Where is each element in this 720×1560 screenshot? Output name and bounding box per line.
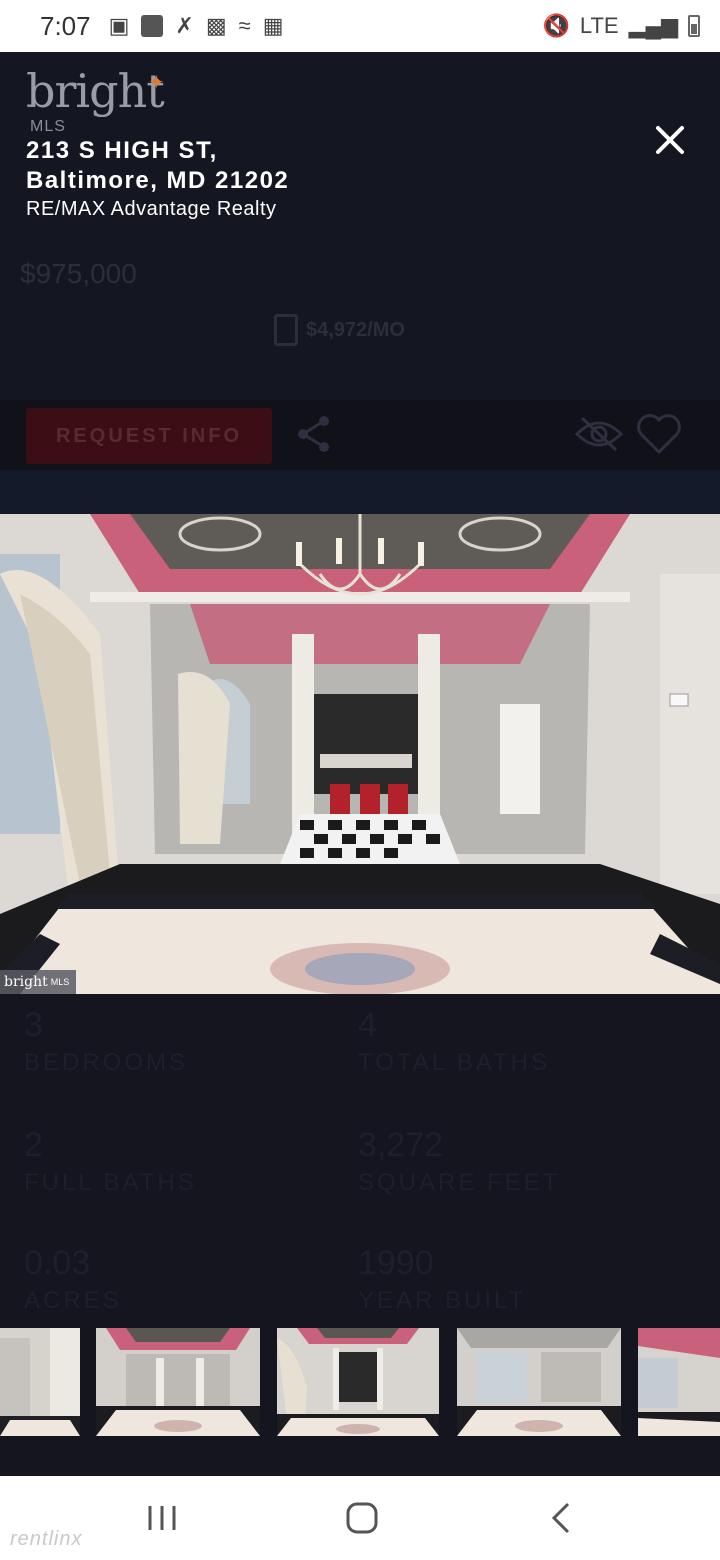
home-icon[interactable] [342,1498,382,1538]
listing-band [0,470,720,514]
android-nav-bar: rentlinx [0,1476,720,1560]
system-icons: 🔇 LTE ▂▄▆ [542,13,700,39]
calculator-icon [274,314,298,346]
image-icon: ▩ [205,13,227,38]
recent-apps-icon[interactable] [142,1498,182,1538]
close-icon[interactable] [650,120,690,160]
address-line-1: 213 S HIGH ST, [26,137,218,164]
network-type: LTE [579,13,619,38]
gallery-title: 213 S HIGH ST, Baltimore, MD 21202 RE/MA… [26,136,289,221]
listing-header: bright ✦ MLS $975,000 $4,972/MO REQUEST … [0,52,720,470]
notification-icons: ▣ ✗ ▩ ≈ ▦ [109,13,284,39]
status-time: 7:07 [40,10,91,41]
message-icon: ▣ [108,13,130,38]
thumbnail-5[interactable] [638,1328,720,1436]
monthly-payment-value: $4,972/MO [306,318,405,341]
back-icon[interactable] [542,1498,582,1538]
status-bar: 7:07 ▣ ✗ ▩ ≈ ▦ 🔇 LTE ▂▄▆ [0,0,720,52]
monthly-payment[interactable]: $4,972/MO [274,314,405,346]
request-info-button[interactable]: REQUEST INFO [26,408,272,464]
thumbnail-3[interactable] [277,1328,439,1436]
stat-bedrooms: 3 BEDROOMS [24,1006,189,1076]
brokerage-name: RE/MAX Advantage Realty [26,198,277,220]
stat-acres: 0.03 ACRES [24,1244,122,1314]
stat-year-built: 1990 YEAR BUILT [358,1244,527,1314]
photo-watermark: bright MLS [0,970,76,994]
interior-photo-art [0,514,720,994]
thumbnail-4[interactable] [457,1328,621,1436]
stat-total-baths: 4 TOTAL BATHS [358,1006,551,1076]
battery-icon [688,15,700,37]
photo-icon: ▦ [262,13,284,38]
hide-listing-icon[interactable] [574,412,624,456]
listing-price: $975,000 [20,258,137,289]
address-line-2: Baltimore, MD 21202 [26,167,290,194]
favorite-heart-icon[interactable] [636,412,682,456]
missed-call-icon: ✗ [175,13,194,38]
stat-square-feet: 3,272 SQUARE FEET [358,1126,561,1196]
signal-icon: ▂▄▆ [628,13,678,38]
rentlinx-watermark: rentlinx [10,1528,83,1550]
logo-star-icon: ✦ [148,72,165,94]
wifi-icon: ≈ [238,13,251,38]
main-listing-photo[interactable]: bright MLS [0,514,720,994]
share-icon[interactable] [296,414,332,454]
thumbnail-2[interactable] [96,1328,260,1436]
bright-mls-logo: bright ✦ MLS [26,64,165,135]
stat-full-baths: 2 FULL BATHS [24,1126,197,1196]
thumbnail-strip[interactable] [0,1328,720,1436]
listing-actions: REQUEST INFO [0,400,720,470]
thumbnail-1[interactable] [0,1328,80,1436]
app-icon [141,15,164,37]
mute-icon: 🔇 [542,13,570,38]
